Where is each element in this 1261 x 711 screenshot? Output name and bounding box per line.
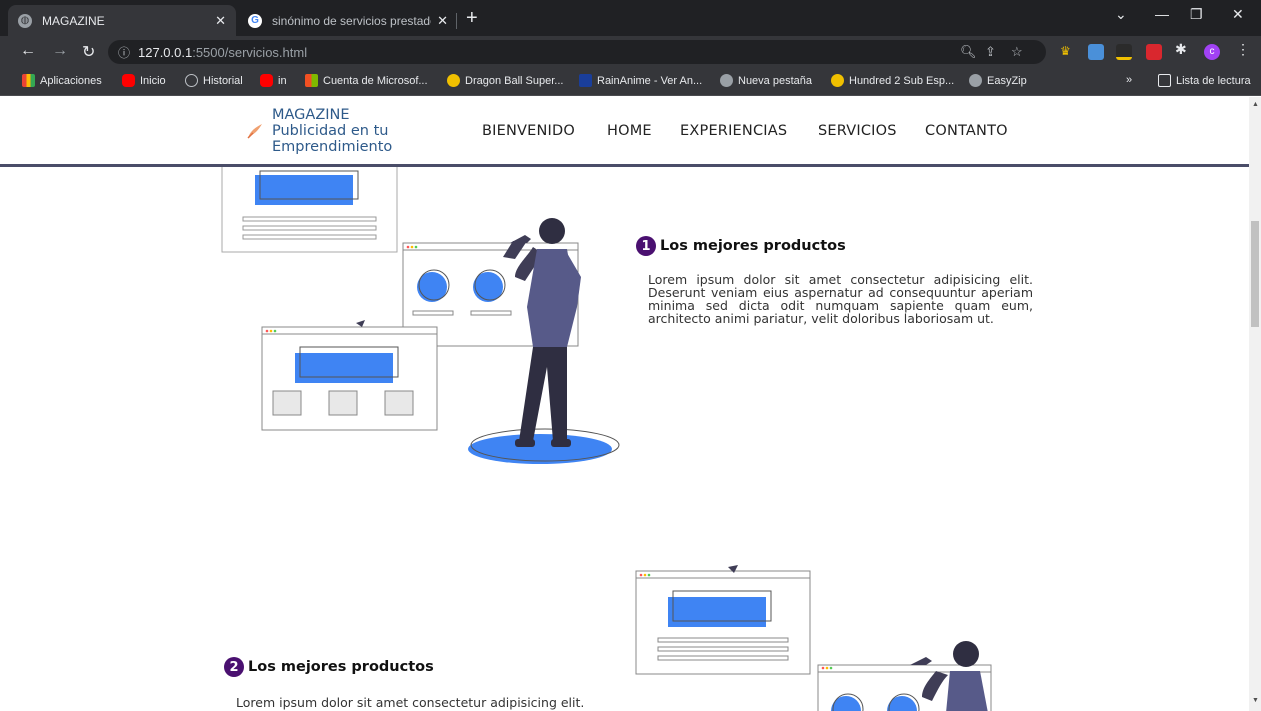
bookmark-label: Dragon Ball Super... — [465, 74, 564, 87]
page-viewport: MAGAZINE Publicidad en tu Emprendimiento… — [0, 97, 1249, 711]
feature-2-heading: Los mejores productos — [248, 659, 434, 675]
menu-kebab-icon[interactable]: ⋮ — [1236, 41, 1252, 57]
browser-toolbar: ← → ↻ ⓘ 127.0.0.1:5500/servicios.html 🔍︎… — [0, 36, 1261, 68]
new-tab-icon[interactable]: + — [466, 7, 478, 30]
zoom-icon[interactable]: 🔍︎ — [960, 44, 977, 60]
bookmark-label: in — [278, 74, 287, 87]
logo-line-1: MAGAZINE — [272, 107, 350, 123]
bookmark-aplicaciones[interactable]: Aplicaciones — [22, 74, 102, 87]
bookmark-label: Historial — [203, 74, 243, 87]
nav-servicios[interactable]: SERVICIOS — [818, 123, 897, 139]
feature-2-number-badge: 2 — [224, 657, 244, 677]
tab-title: MAGAZINE — [42, 13, 105, 28]
bookmark-nueva-pestana[interactable]: Nueva pestaña — [720, 74, 812, 87]
close-window-icon[interactable]: ✕ — [1232, 6, 1244, 23]
youtube-icon — [122, 74, 135, 87]
bookmark-dragon-ball[interactable]: Dragon Ball Super... — [447, 74, 563, 87]
bookmark-label: RainAnime - Ver An... — [597, 74, 703, 87]
bookmark-hundred[interactable]: Hundred 2 Sub Esp... — [831, 74, 954, 87]
bookmark-easyzip[interactable]: EasyZip — [969, 74, 1027, 87]
site-info-icon[interactable]: ⓘ — [118, 44, 130, 61]
feature-1-number-badge: 1 — [636, 236, 656, 256]
crown-extension-icon[interactable]: ♛ — [1060, 44, 1076, 60]
url-text: 127.0.0.1:5500/servicios.html — [138, 45, 307, 60]
globe-icon — [720, 74, 733, 87]
close-tab-icon[interactable]: ✕ — [437, 13, 448, 29]
rainanime-icon — [579, 74, 592, 87]
bookmark-site-icon — [831, 74, 844, 87]
bookmark-label: Nueva pestaña — [738, 74, 812, 87]
bookmarks-bar: Aplicaciones Inicio Historial in Cuenta … — [0, 68, 1261, 96]
reading-list-label: Lista de lectura — [1176, 74, 1251, 87]
forward-icon[interactable]: → — [52, 42, 68, 60]
nav-home[interactable]: HOME — [607, 123, 652, 139]
bookmark-site-icon — [447, 74, 460, 87]
feature-2-title: 2 Los mejores productos — [224, 657, 434, 677]
extension-icon[interactable] — [1116, 44, 1132, 60]
scrollbar-thumb[interactable] — [1251, 221, 1259, 327]
tab-search-icon[interactable]: ⌄ — [1115, 6, 1127, 23]
pen-logo-icon — [247, 124, 262, 139]
restore-icon[interactable]: ❐ — [1190, 6, 1203, 23]
more-bookmarks-icon[interactable]: » — [1126, 74, 1132, 86]
logo-line-2: Publicidad en tu — [272, 123, 389, 139]
feature-2-text: Lorem ipsum dolor sit amet consectetur a… — [236, 695, 585, 710]
bookmark-label: Aplicaciones — [40, 74, 102, 87]
puzzle-extensions-icon[interactable]: ✱ — [1175, 41, 1191, 57]
page-scrollbar[interactable]: ▲ ▼ — [1249, 97, 1261, 711]
site-logo[interactable]: MAGAZINE Publicidad en tu Emprendimiento — [244, 107, 392, 155]
bookmark-inicio[interactable]: Inicio — [122, 74, 166, 87]
profile-avatar[interactable]: c — [1204, 44, 1220, 60]
scroll-up-arrow-icon[interactable]: ▲ — [1252, 101, 1259, 108]
bookmark-label: Inicio — [140, 74, 166, 87]
feature-1-illustration — [221, 157, 620, 464]
logo-line-3: Emprendimiento — [272, 139, 393, 155]
close-tab-icon[interactable]: ✕ — [215, 13, 226, 29]
feature-1-heading: Los mejores productos — [660, 238, 846, 254]
bookmark-label: EasyZip — [987, 74, 1027, 87]
address-bar[interactable]: ⓘ 127.0.0.1:5500/servicios.html 🔍︎ ⇪ ☆ — [108, 40, 1046, 64]
minimize-icon[interactable]: — — [1155, 6, 1169, 22]
url-path: :5500/servicios.html — [192, 45, 308, 60]
translate-extension-icon[interactable] — [1088, 44, 1104, 60]
tab-magazine[interactable]: ◍ MAGAZINE ✕ — [8, 5, 236, 36]
history-icon — [185, 74, 198, 87]
bookmark-microsoft[interactable]: Cuenta de Microsof... — [305, 74, 428, 87]
bookmark-label: Hundred 2 Sub Esp... — [849, 74, 955, 87]
feature-2-illustration — [635, 565, 992, 711]
microsoft-icon — [305, 74, 318, 87]
reading-list[interactable]: Lista de lectura — [1158, 74, 1251, 87]
globe-icon — [969, 74, 982, 87]
tab-google-search[interactable]: G sinónimo de servicios prestados ✕ — [238, 5, 458, 36]
scroll-down-arrow-icon[interactable]: ▼ — [1252, 697, 1259, 704]
bookmark-rainanime[interactable]: RainAnime - Ver An... — [579, 74, 702, 87]
nav-contanto[interactable]: CONTANTO — [925, 123, 1008, 139]
bookmark-historial[interactable]: Historial — [185, 74, 243, 87]
nav-bienvenido[interactable]: BIENVENIDO — [482, 123, 575, 139]
apps-grid-icon — [22, 74, 35, 87]
url-host: 127.0.0.1 — [138, 45, 193, 60]
nav-experiencias[interactable]: EXPERIENCIAS — [680, 123, 787, 139]
feature-1-title: 1 Los mejores productos — [636, 236, 846, 256]
reload-icon[interactable]: ↻ — [82, 42, 95, 62]
bookmark-star-icon[interactable]: ☆ — [1011, 44, 1023, 60]
site-header: MAGAZINE Publicidad en tu Emprendimiento… — [0, 97, 1249, 167]
back-icon[interactable]: ← — [20, 42, 36, 60]
mega-extension-icon[interactable] — [1146, 44, 1162, 60]
globe-icon: ◍ — [18, 13, 32, 28]
reading-list-icon — [1158, 74, 1171, 87]
bookmark-label: Cuenta de Microsof... — [323, 74, 428, 87]
google-icon: G — [248, 13, 262, 28]
share-icon[interactable]: ⇪ — [985, 44, 996, 60]
tab-divider — [456, 13, 457, 29]
browser-tab-bar: ◍ MAGAZINE ✕ G sinónimo de servicios pre… — [0, 0, 1261, 36]
feature-1-text: Lorem ipsum dolor sit amet consectetur a… — [648, 272, 1033, 326]
youtube-icon — [260, 74, 273, 87]
tab-title: sinónimo de servicios prestados — [272, 13, 432, 28]
bookmark-in[interactable]: in — [260, 74, 287, 87]
